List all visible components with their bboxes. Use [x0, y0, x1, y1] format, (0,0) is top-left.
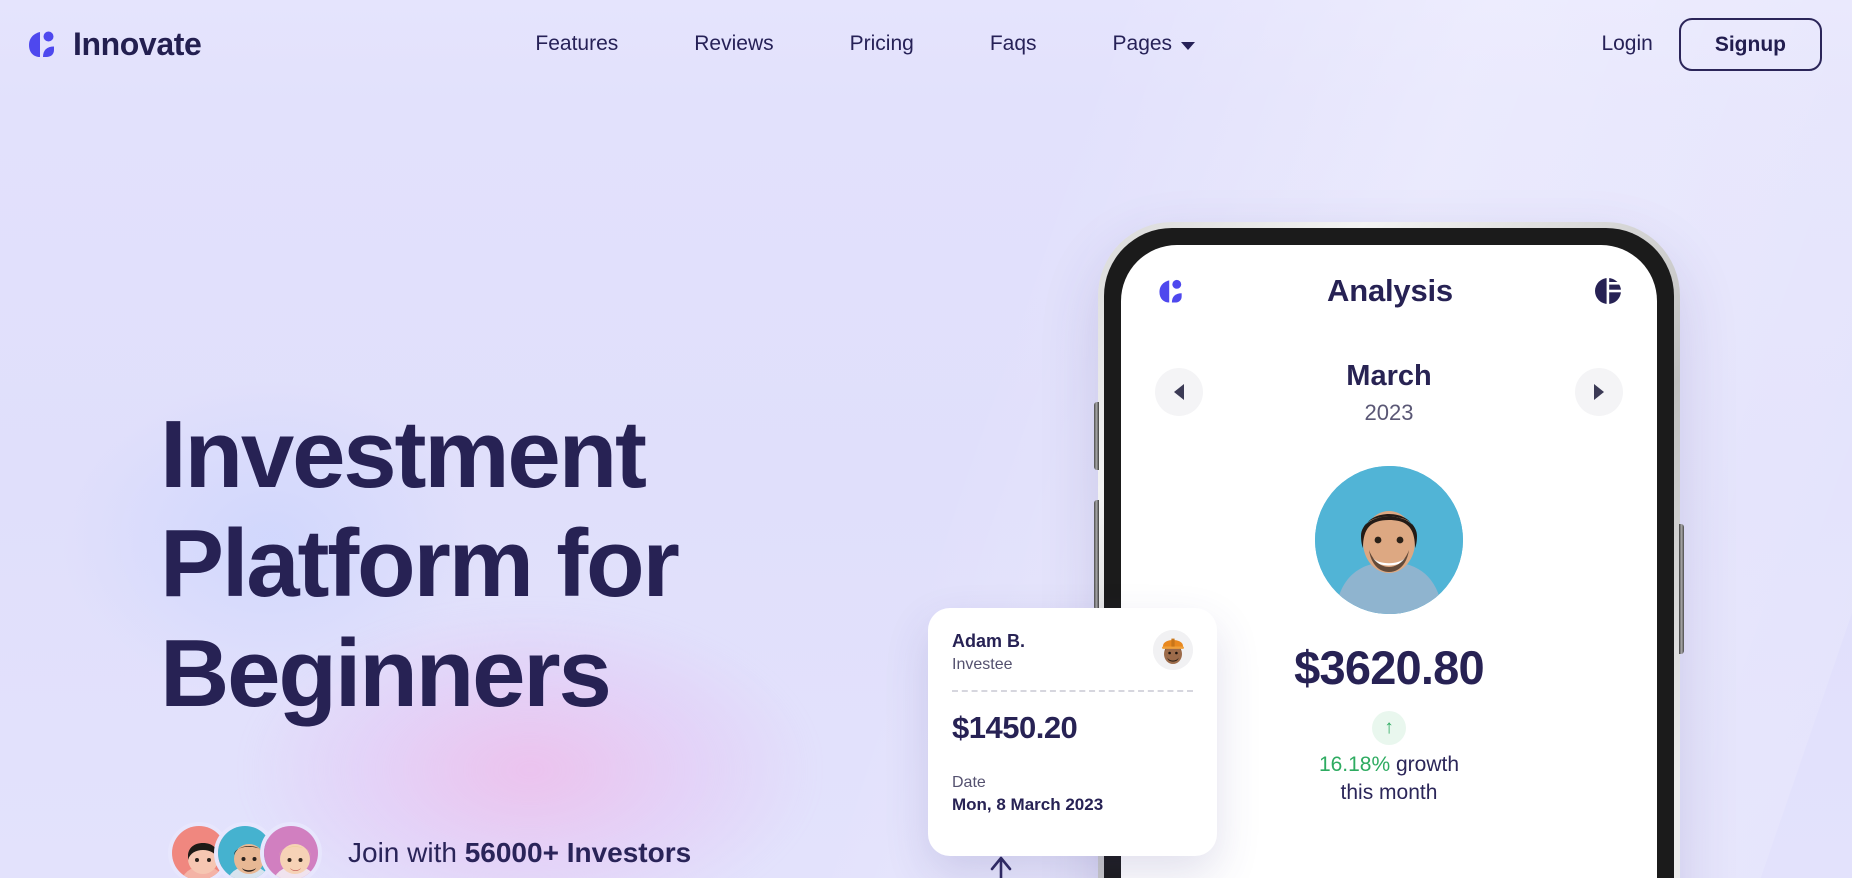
prev-month-button[interactable]	[1155, 368, 1203, 417]
growth-percent: 16.18%	[1318, 752, 1391, 776]
nav-label: Features	[535, 32, 619, 55]
nav-label: Pricing	[849, 32, 914, 55]
app-title: Analysis	[1327, 273, 1453, 308]
chevron-right-icon	[1593, 384, 1604, 401]
leaf-logo-icon	[29, 31, 54, 57]
date-value: Mon, 8 March 2023	[952, 794, 1104, 814]
next-month-button[interactable]	[1574, 368, 1623, 417]
nav-label: Reviews	[694, 32, 774, 55]
signup-button[interactable]: Signup	[1678, 17, 1822, 71]
investee-card-header: Adam B. Investee	[952, 630, 1193, 674]
nav-item-pricing[interactable]: Pricing	[812, 32, 952, 56]
card-divider	[952, 689, 1193, 692]
growth-word: growth	[1390, 752, 1460, 776]
pointer-arrow-icon	[990, 856, 1012, 878]
date-label: Date	[952, 773, 986, 791]
hero-line-2: Platform for	[160, 510, 680, 618]
investee-identity: Adam B. Investee	[952, 630, 1025, 674]
nav-item-faqs[interactable]: Faqs	[952, 32, 1075, 56]
join-count: 56000+ Investors	[464, 837, 692, 868]
nav-label: Faqs	[989, 32, 1037, 55]
join-prefix: Join with	[348, 837, 465, 868]
profile-avatar	[1315, 465, 1463, 614]
investor-avatar-3	[260, 822, 322, 878]
auth-actions: Login Signup	[1601, 17, 1822, 71]
brand-logo[interactable]: Innovate	[24, 25, 202, 63]
investor-count-text: Join with 56000+ Investors	[348, 837, 691, 869]
app-header: Analysis	[1121, 245, 1657, 309]
arrow-up-icon: ↑	[1372, 710, 1406, 745]
investor-avatar-group	[168, 822, 322, 878]
pie-chart-icon[interactable]	[1593, 276, 1623, 306]
month-selector: March 2023	[1121, 309, 1657, 426]
nav-label: Pages	[1112, 32, 1173, 55]
phone-volume-down-button[interactable]	[1094, 500, 1099, 610]
nav-item-features[interactable]: Features	[497, 32, 656, 56]
hero-line-1: Investment	[160, 401, 647, 508]
brand-name: Innovate	[73, 25, 202, 62]
nav-item-reviews[interactable]: Reviews	[656, 32, 811, 56]
page-title: Investment Platform for Beginners	[160, 400, 680, 728]
investee-role: Investee	[952, 655, 1013, 673]
investors-social-proof: Join with 56000+ Investors	[168, 822, 691, 878]
month-display: March 2023	[1346, 359, 1431, 426]
investee-name: Adam B.	[952, 631, 1026, 651]
phone-volume-up-button[interactable]	[1094, 402, 1099, 470]
login-link[interactable]: Login	[1601, 32, 1652, 56]
chevron-down-icon	[1181, 41, 1196, 50]
hero-section: Investment Platform for Beginners	[160, 400, 680, 728]
construction-worker-avatar	[1153, 630, 1193, 670]
site-header: Innovate Features Reviews Pricing Faqs P…	[0, 0, 1852, 88]
hero-line-3: Beginners	[160, 619, 612, 727]
phone-power-button[interactable]	[1679, 524, 1684, 654]
nav-item-pages[interactable]: Pages	[1075, 32, 1234, 56]
month-label: March	[1346, 360, 1432, 392]
main-navigation: Features Reviews Pricing Faqs Pages	[497, 32, 1233, 56]
year-label: 2023	[1364, 399, 1414, 425]
investee-amount: $1450.20	[952, 709, 1078, 745]
investee-card[interactable]: Adam B. Investee $1450.20 Date Mon, 8 Ma…	[928, 608, 1217, 856]
leaf-logo-icon[interactable]	[1155, 275, 1187, 307]
chevron-left-icon	[1174, 384, 1184, 401]
